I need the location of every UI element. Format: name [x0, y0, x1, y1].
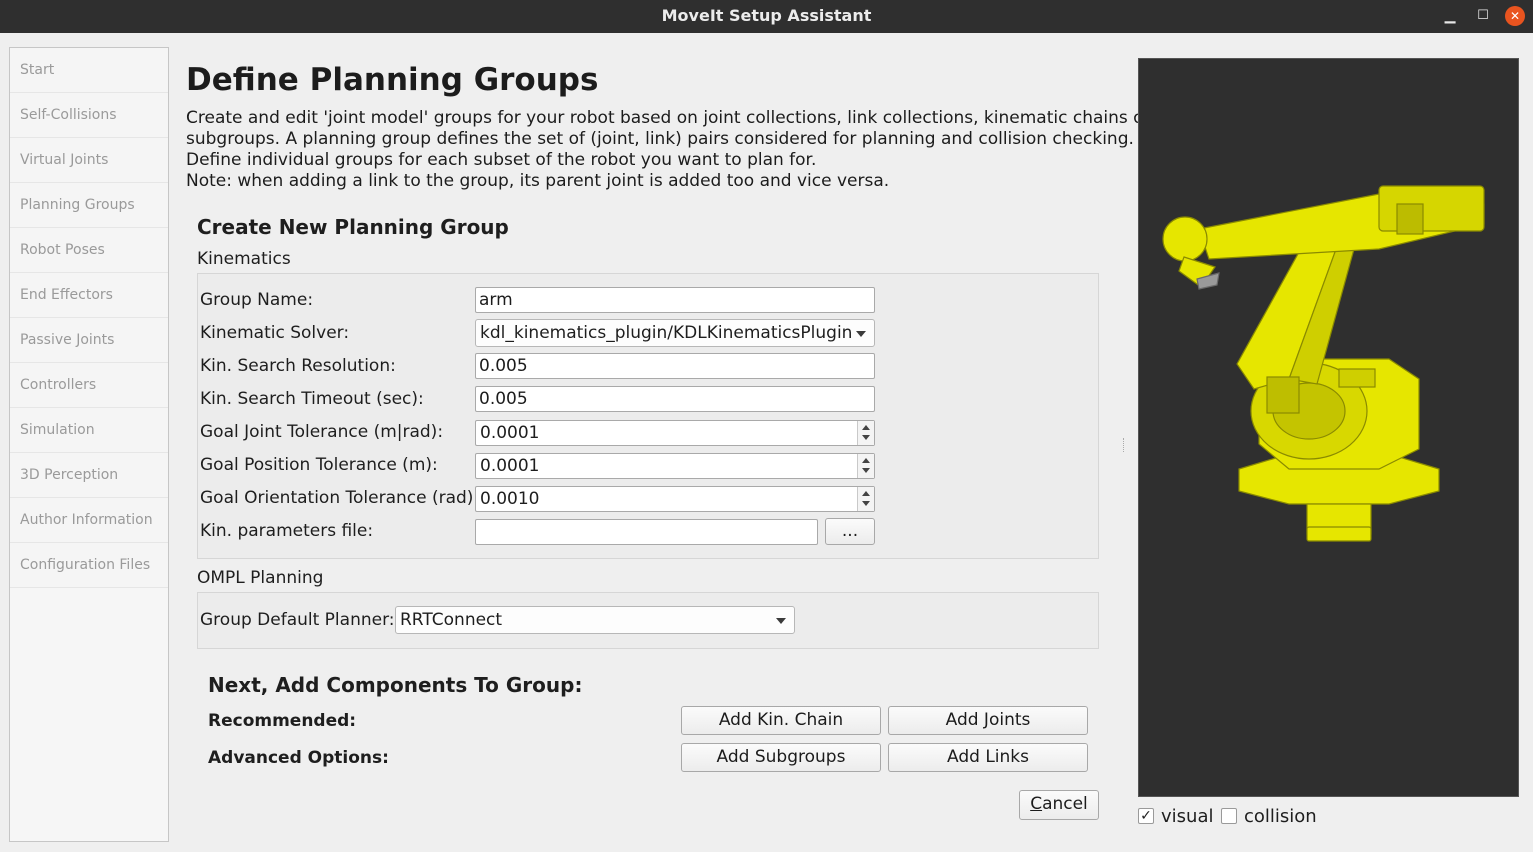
- spin-up-icon[interactable]: [862, 458, 870, 463]
- spin-down-icon[interactable]: [862, 435, 870, 440]
- joint-tolerance-value: 0.0001: [480, 423, 540, 443]
- sidebar-item-end-effectors[interactable]: End Effectors: [10, 273, 168, 318]
- window-title: MoveIt Setup Assistant: [661, 6, 872, 25]
- chevron-down-icon: [776, 618, 786, 624]
- kinematics-groupbox: [197, 273, 1099, 559]
- sidebar-item-controllers[interactable]: Controllers: [10, 363, 168, 408]
- visual-label: visual: [1161, 806, 1214, 827]
- advanced-label: Advanced Options:: [208, 748, 389, 768]
- robot-3d-viewer[interactable]: [1138, 58, 1519, 797]
- search-timeout-label: Kin. Search Timeout (sec):: [200, 389, 424, 409]
- sidebar-item-self-collisions[interactable]: Self-Collisions: [10, 93, 168, 138]
- planner-label: Group Default Planner:: [200, 610, 395, 630]
- kinematic-solver-label: Kinematic Solver:: [200, 323, 350, 343]
- chevron-down-icon: [856, 331, 866, 337]
- add-subgroups-button[interactable]: Add Subgroups: [681, 743, 881, 772]
- search-timeout-field[interactable]: 0.005: [475, 386, 875, 412]
- cancel-button[interactable]: Cancel: [1019, 790, 1099, 820]
- orientation-tolerance-spinbox[interactable]: 0.0010: [475, 486, 875, 512]
- splitter-handle[interactable]: [1123, 438, 1126, 452]
- sidebar-item-simulation[interactable]: Simulation: [10, 408, 168, 453]
- spin-up-icon[interactable]: [862, 491, 870, 496]
- sidebar: Start Self-Collisions Virtual Joints Pla…: [9, 47, 169, 842]
- spin-buttons[interactable]: [857, 421, 874, 445]
- add-kin-chain-button[interactable]: Add Kin. Chain: [681, 706, 881, 735]
- joint-tolerance-spinbox[interactable]: 0.0001: [475, 420, 875, 446]
- search-resolution-label: Kin. Search Resolution:: [200, 356, 396, 376]
- group-name-field[interactable]: arm: [475, 287, 875, 313]
- sidebar-item-author-information[interactable]: Author Information: [10, 498, 168, 543]
- kinematic-solver-select[interactable]: kdl_kinematics_plugin/KDLKinematicsPlugi…: [475, 319, 875, 347]
- joint-tolerance-label: Goal Joint Tolerance (m|rad):: [200, 422, 444, 442]
- recommended-label: Recommended:: [208, 711, 357, 731]
- planner-value: RRTConnect: [400, 610, 503, 630]
- page-title: Define Planning Groups: [186, 62, 599, 98]
- sidebar-item-planning-groups[interactable]: Planning Groups: [10, 183, 168, 228]
- params-file-field[interactable]: [475, 519, 818, 545]
- ompl-title: OMPL Planning: [197, 568, 324, 588]
- page-description: Create and edit 'joint model' groups for…: [186, 108, 1151, 192]
- add-joints-button[interactable]: Add Joints: [888, 706, 1088, 735]
- minimize-button[interactable]: ▁: [1436, 0, 1464, 33]
- collision-checkbox[interactable]: [1221, 808, 1237, 824]
- maximize-button[interactable]: ☐: [1469, 0, 1497, 33]
- position-tolerance-spinbox[interactable]: 0.0001: [475, 453, 875, 479]
- position-tolerance-value: 0.0001: [480, 456, 540, 476]
- cancel-mnemonic: C: [1030, 794, 1043, 814]
- title-bar: MoveIt Setup Assistant ▁ ☐ ✕: [0, 0, 1533, 33]
- sidebar-item-start[interactable]: Start: [10, 48, 168, 93]
- sidebar-item-configuration-files[interactable]: Configuration Files: [10, 543, 168, 588]
- description-line: subgroups. A planning group defines the …: [186, 129, 1134, 149]
- position-tolerance-label: Goal Position Tolerance (m):: [200, 455, 438, 475]
- kinematic-solver-value: kdl_kinematics_plugin/KDLKinematicsPlugi…: [480, 323, 853, 343]
- cancel-label: ancel: [1042, 794, 1088, 814]
- description-line: Define individual groups for each subset…: [186, 150, 817, 170]
- orientation-tolerance-label: Goal Orientation Tolerance (rad):: [200, 488, 480, 508]
- add-links-button[interactable]: Add Links: [888, 743, 1088, 772]
- search-resolution-field[interactable]: 0.005: [475, 353, 875, 379]
- browse-button[interactable]: ...: [825, 518, 875, 545]
- spin-up-icon[interactable]: [862, 425, 870, 430]
- visual-checkbox[interactable]: ✓: [1138, 808, 1154, 824]
- description-line: Create and edit 'joint model' groups for…: [186, 108, 1151, 128]
- group-name-label: Group Name:: [200, 290, 314, 310]
- orientation-tolerance-value: 0.0010: [480, 489, 540, 509]
- spin-down-icon[interactable]: [862, 501, 870, 506]
- components-title: Next, Add Components To Group:: [208, 673, 583, 697]
- collision-label: collision: [1244, 806, 1317, 827]
- close-button[interactable]: ✕: [1505, 6, 1525, 26]
- sidebar-item-virtual-joints[interactable]: Virtual Joints: [10, 138, 168, 183]
- params-file-label: Kin. parameters file:: [200, 521, 374, 541]
- robot-model-icon: [1162, 185, 1485, 542]
- sidebar-item-robot-poses[interactable]: Robot Poses: [10, 228, 168, 273]
- spin-down-icon[interactable]: [862, 468, 870, 473]
- planner-select[interactable]: RRTConnect: [395, 606, 795, 634]
- sidebar-item-3d-perception[interactable]: 3D Perception: [10, 453, 168, 498]
- sidebar-item-passive-joints[interactable]: Passive Joints: [10, 318, 168, 363]
- section-title: Create New Planning Group: [197, 215, 509, 239]
- kinematics-title: Kinematics: [197, 249, 291, 269]
- description-line: Note: when adding a link to the group, i…: [186, 171, 890, 191]
- spin-buttons[interactable]: [857, 487, 874, 511]
- spin-buttons[interactable]: [857, 454, 874, 478]
